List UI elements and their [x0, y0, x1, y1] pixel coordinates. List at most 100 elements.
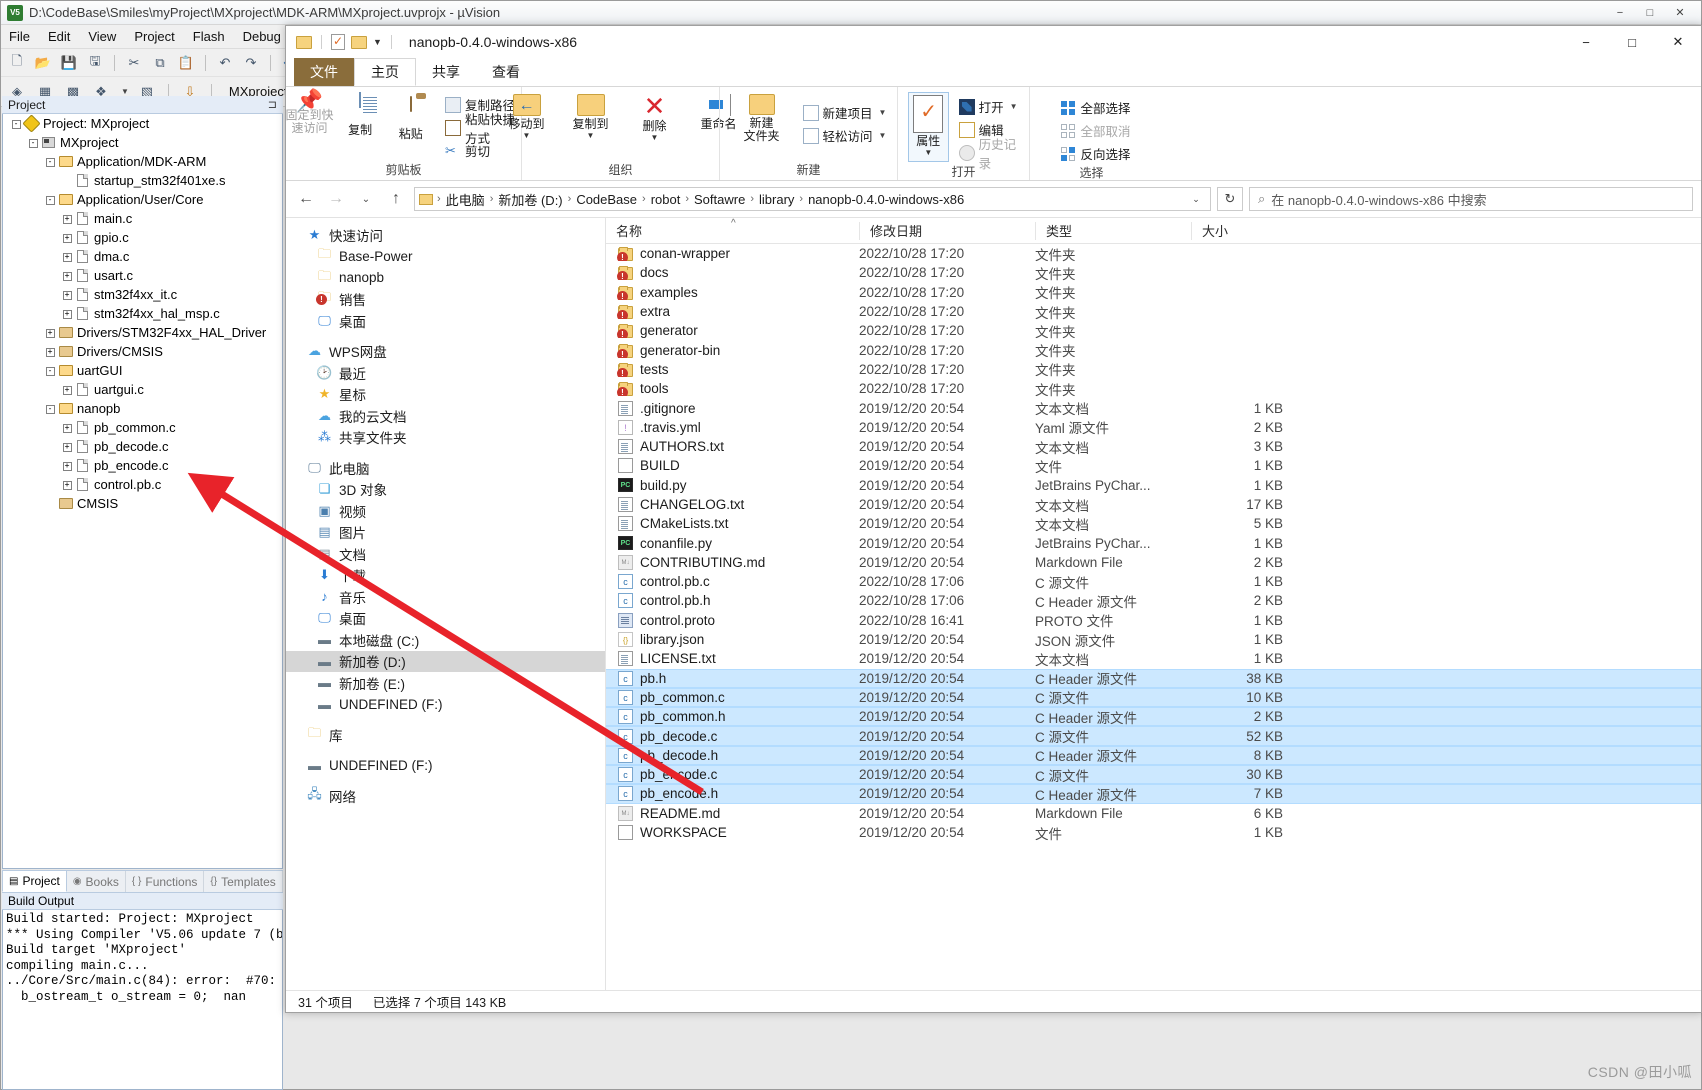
- file-row[interactable]: M↓README.md2019/12/20 20:54Markdown File…: [606, 804, 1701, 823]
- nav-item-此电脑[interactable]: 🖵此电脑: [286, 457, 605, 479]
- project-tree-node[interactable]: CMSIS: [3, 494, 282, 513]
- project-tree-node[interactable]: -Application/User/Core: [3, 190, 282, 209]
- file-row[interactable]: AUTHORS.txt2019/12/20 20:54文本文档3 KB: [606, 437, 1701, 456]
- tree-toggle-icon[interactable]: -: [43, 365, 57, 376]
- project-tree-node[interactable]: +Drivers/STM32F4xx_HAL_Driver: [3, 323, 282, 342]
- chevron-down-icon[interactable]: ▼: [121, 87, 129, 96]
- ribbon-new-folder-button[interactable]: 新建 文件夹: [733, 92, 791, 143]
- project-tree-node[interactable]: -Application/MDK-ARM: [3, 152, 282, 171]
- uvision-maximize-icon[interactable]: □: [1635, 2, 1665, 24]
- tree-toggle-icon[interactable]: +: [60, 460, 74, 471]
- nav-item-文档[interactable]: ▤文档: [286, 543, 605, 565]
- file-row[interactable]: cpb_common.c2019/12/20 20:54C 源文件10 KB: [606, 688, 1701, 707]
- tree-toggle-icon[interactable]: +: [60, 384, 74, 395]
- file-row[interactable]: ccontrol.pb.h2022/10/28 17:06C Header 源文…: [606, 591, 1701, 610]
- ribbon-invert-selection-button[interactable]: 反向选择: [1056, 143, 1134, 164]
- ribbon-tabs[interactable]: 文件 主页 共享 查看: [286, 58, 1701, 86]
- ribbon-easy-access-button[interactable]: 轻松访问 ▼: [799, 125, 891, 146]
- back-icon[interactable]: ←: [294, 187, 318, 211]
- tree-toggle-icon[interactable]: +: [43, 346, 57, 357]
- breadcrumb[interactable]: › 此电脑 › 新加卷 (D:) › CodeBase › robot › So…: [414, 187, 1211, 211]
- project-tree-node[interactable]: -MXproject: [3, 133, 282, 152]
- nav-item-Base-Power[interactable]: 🗀Base-Power: [286, 246, 605, 268]
- breadcrumb-item-0[interactable]: 此电脑: [443, 190, 488, 209]
- breadcrumb-item-1[interactable]: 新加卷 (D:): [495, 190, 565, 209]
- breadcrumb-item-6[interactable]: nanopb-0.4.0-windows-x86: [805, 192, 967, 207]
- file-row[interactable]: ccontrol.pb.c2022/10/28 17:06C 源文件1 KB: [606, 572, 1701, 591]
- qat-new-folder-icon[interactable]: [351, 36, 367, 49]
- qat-chevron-down-icon[interactable]: ▼: [373, 37, 382, 47]
- nav-item-UNDEFINED (F:)[interactable]: ▬UNDEFINED (F:): [286, 755, 605, 777]
- file-row[interactable]: .gitignore2019/12/20 20:54文本文档1 KB: [606, 398, 1701, 417]
- nav-item-桌面[interactable]: 🖵桌面: [286, 608, 605, 630]
- new-file-icon[interactable]: 🗋: [7, 53, 27, 73]
- project-tree-node[interactable]: -Project: MXproject: [3, 114, 282, 133]
- uvision-tab-books[interactable]: ◉Books: [67, 871, 126, 892]
- ribbon-pin-to-quick-access-button[interactable]: 📌 固定到快 速访问: [285, 92, 334, 135]
- file-row[interactable]: !generator2022/10/28 17:20文件夹: [606, 321, 1701, 340]
- redo-icon[interactable]: ↷: [241, 53, 261, 73]
- file-row[interactable]: !docs2022/10/28 17:20文件夹: [606, 263, 1701, 282]
- file-row[interactable]: cpb_encode.h2019/12/20 20:54C Header 源文件…: [606, 784, 1701, 803]
- chevron-down-icon[interactable]: ▼: [879, 108, 887, 117]
- nav-item-UNDEFINED (F:)[interactable]: ▬UNDEFINED (F:): [286, 694, 605, 716]
- file-row[interactable]: PCbuild.py2019/12/20 20:54JetBrains PyCh…: [606, 476, 1701, 495]
- file-row[interactable]: BUILD2019/12/20 20:54文件1 KB: [606, 456, 1701, 475]
- file-row[interactable]: control.proto2022/10/28 16:41PROTO 文件1 K…: [606, 611, 1701, 630]
- project-tree-node[interactable]: +Drivers/CMSIS: [3, 342, 282, 361]
- tree-toggle-icon[interactable]: +: [60, 232, 74, 243]
- file-row[interactable]: cpb_decode.h2019/12/20 20:54C Header 源文件…: [606, 746, 1701, 765]
- project-tree-node[interactable]: +stm32f4xx_it.c: [3, 285, 282, 304]
- ribbon-history-button[interactable]: 历史记录: [955, 142, 1023, 163]
- column-header-type[interactable]: 类型: [1035, 222, 1191, 240]
- tree-toggle-icon[interactable]: +: [60, 308, 74, 319]
- tab-file[interactable]: 文件: [294, 58, 354, 86]
- file-row[interactable]: !tools2022/10/28 17:20文件夹: [606, 379, 1701, 398]
- tree-toggle-icon[interactable]: -: [9, 118, 23, 129]
- ribbon-properties-button[interactable]: 属性 ▼: [908, 92, 949, 162]
- file-row[interactable]: PCconanfile.py2019/12/20 20:54JetBrains …: [606, 533, 1701, 552]
- uvision-minimize-icon[interactable]: −: [1605, 2, 1635, 24]
- ribbon-paste-button[interactable]: 粘贴: [386, 92, 435, 141]
- tree-toggle-icon[interactable]: +: [60, 289, 74, 300]
- nav-item-WPS网盘[interactable]: ☁WPS网盘: [286, 341, 605, 363]
- cut-icon[interactable]: ✂: [124, 53, 144, 73]
- file-row[interactable]: !tests2022/10/28 17:20文件夹: [606, 360, 1701, 379]
- explorer-maximize-icon[interactable]: □: [1609, 27, 1655, 57]
- file-row[interactable]: LICENSE.txt2019/12/20 20:54文本文档1 KB: [606, 649, 1701, 668]
- recent-locations-icon[interactable]: ⌄: [354, 187, 378, 211]
- column-header-size[interactable]: 大小: [1191, 222, 1291, 240]
- project-tree-node[interactable]: +gpio.c: [3, 228, 282, 247]
- menu-item-debug[interactable]: Debug: [243, 29, 281, 44]
- qat-properties-icon[interactable]: [331, 34, 345, 50]
- tree-toggle-icon[interactable]: -: [43, 156, 57, 167]
- file-list[interactable]: !conan-wrapper2022/10/28 17:20文件夹!docs20…: [606, 244, 1701, 990]
- tree-toggle-icon[interactable]: +: [60, 251, 74, 262]
- file-row[interactable]: !.travis.yml2019/12/20 20:54Yaml 源文件2 KB: [606, 418, 1701, 437]
- chevron-down-icon[interactable]: ▼: [523, 133, 531, 139]
- save-all-icon[interactable]: 🖫: [85, 53, 105, 73]
- menu-item-project[interactable]: Project: [134, 29, 174, 44]
- file-row[interactable]: cpb.h2019/12/20 20:54C Header 源文件38 KB: [606, 669, 1701, 688]
- project-tree-node[interactable]: +pb_encode.c: [3, 456, 282, 475]
- project-tree-node[interactable]: +dma.c: [3, 247, 282, 266]
- file-row[interactable]: cpb_common.h2019/12/20 20:54C Header 源文件…: [606, 707, 1701, 726]
- project-tree-node[interactable]: +uartgui.c: [3, 380, 282, 399]
- ribbon-select-none-button[interactable]: 全部取消: [1056, 120, 1134, 141]
- file-row[interactable]: !extra2022/10/28 17:20文件夹: [606, 302, 1701, 321]
- uvision-tab-templates[interactable]: {}Templates: [204, 871, 282, 892]
- ribbon-select-all-button[interactable]: 全部选择: [1056, 97, 1134, 118]
- chevron-down-icon[interactable]: ▼: [924, 150, 932, 156]
- ribbon-copy-to-button[interactable]: 复制到 ▼: [560, 92, 622, 139]
- chevron-down-icon[interactable]: ▼: [651, 135, 659, 141]
- tree-toggle-icon[interactable]: -: [26, 137, 40, 148]
- project-tree[interactable]: -Project: MXproject-MXproject-Applicatio…: [2, 114, 283, 869]
- file-row[interactable]: CHANGELOG.txt2019/12/20 20:54文本文档17 KB: [606, 495, 1701, 514]
- tab-view[interactable]: 查看: [476, 58, 536, 86]
- breadcrumb-item-4[interactable]: Softawre: [691, 192, 748, 207]
- open-file-icon[interactable]: 📂: [33, 53, 53, 73]
- copy-icon[interactable]: ⧉: [150, 53, 170, 73]
- refresh-icon[interactable]: ↻: [1217, 187, 1243, 211]
- forward-icon[interactable]: →: [324, 187, 348, 211]
- nav-item-新加卷 (E:)[interactable]: ▬新加卷 (E:): [286, 672, 605, 694]
